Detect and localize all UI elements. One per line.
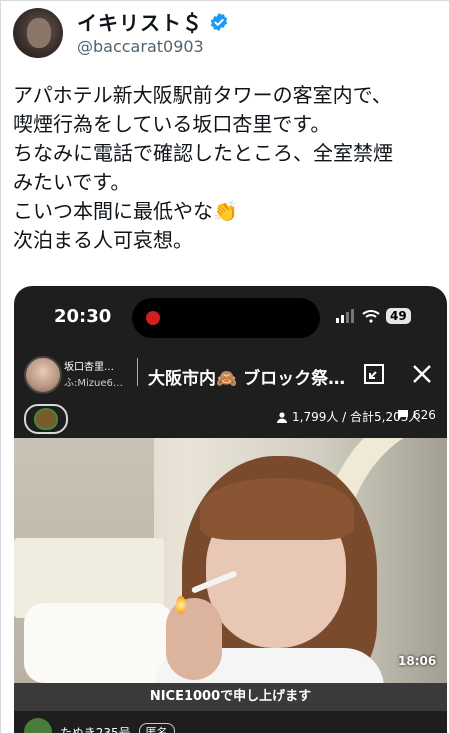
commenter-name[interactable]: たぬき235号: [60, 724, 131, 734]
attached-screenshot[interactable]: 20:30 49 坂口杏里… ふ:Mizue6… 大阪市内🙈 ブロック祭… 1,…: [14, 286, 447, 734]
streamer-subtitle: ふ:Mizue6…: [64, 378, 123, 389]
tweet-text: アパホテル新大阪駅前タワーの客室内で、 喫煙行為をしている坂口杏里です。 ちなみ…: [13, 83, 393, 252]
user-icon: [277, 411, 287, 423]
author-handle[interactable]: @baccarat0903: [77, 37, 204, 56]
gift-banner: NICE1000で申し上げます: [14, 683, 447, 711]
streamer-avatar[interactable]: [24, 356, 62, 394]
comment-row: たぬき235号 匿名: [24, 718, 175, 734]
comment-icon: [398, 410, 408, 420]
streamer-name[interactable]: 坂口杏里…: [64, 358, 114, 373]
verified-badge-icon: [210, 12, 228, 31]
comment-text: 626: [413, 408, 436, 422]
anonymous-badge: 匿名: [138, 723, 175, 733]
status-icons: 49: [336, 308, 411, 324]
pip-icon[interactable]: [362, 362, 386, 386]
dynamic-island: [132, 298, 320, 338]
live-title[interactable]: 大阪市内🙈 ブロック祭…: [148, 364, 345, 389]
tweet-card: イキリスト＄ @baccarat0903 アパホテル新大阪駅前タワーの客室内で、…: [0, 0, 450, 734]
author-name[interactable]: イキリスト＄: [77, 7, 203, 36]
battery-icon: 49: [386, 308, 411, 324]
status-time: 20:30: [54, 306, 112, 327]
stream-video[interactable]: 18:06: [14, 438, 447, 683]
author-name-row[interactable]: イキリスト＄: [77, 7, 229, 36]
wifi-icon: [362, 310, 380, 323]
record-dot-icon: [146, 311, 160, 325]
divider: [137, 358, 138, 386]
signal-icon: [336, 309, 354, 323]
author-avatar[interactable]: [13, 8, 63, 58]
item-badge[interactable]: [24, 404, 68, 434]
comment-count: 626: [397, 408, 436, 422]
close-icon[interactable]: [410, 362, 434, 386]
character-icon: [34, 408, 58, 430]
commenter-avatar[interactable]: [24, 718, 52, 733]
video-duration: 18:06: [398, 654, 437, 668]
